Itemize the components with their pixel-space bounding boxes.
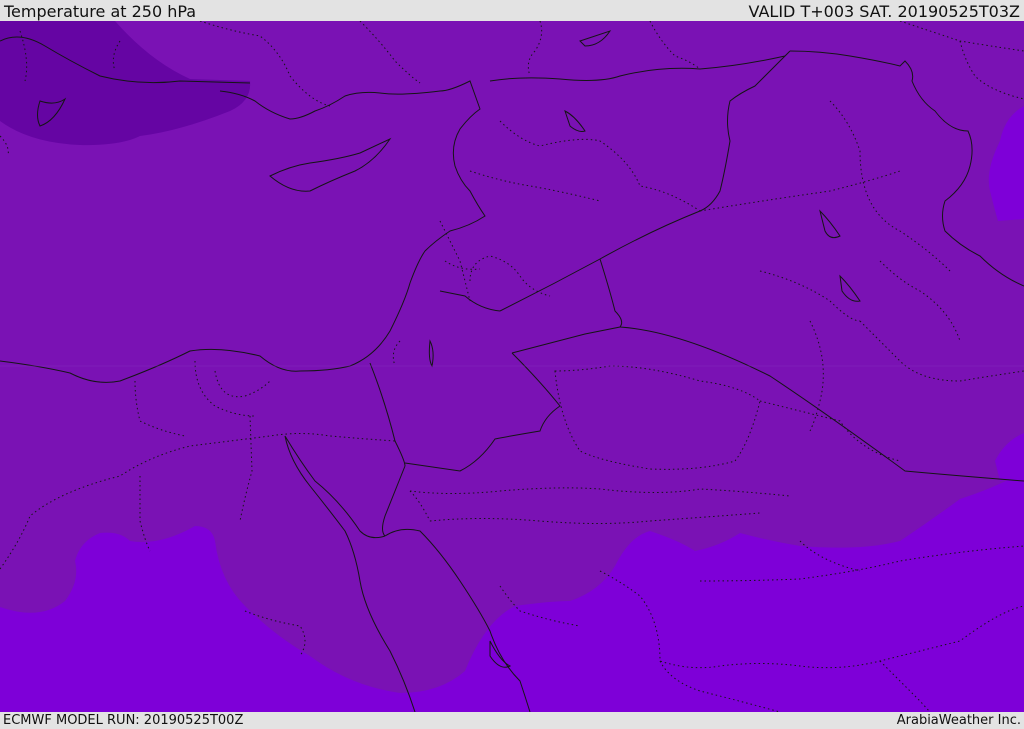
model-run-label: ECMWF MODEL RUN: 20190525T00Z (3, 713, 244, 728)
provider-credit: ArabiaWeather Inc. (896, 713, 1021, 728)
map-header: Temperature at 250 hPa VALID T+003 SAT. … (0, 0, 1024, 21)
valid-time-label: VALID T+003 SAT. 20190525T03Z (748, 2, 1020, 21)
map-title: Temperature at 250 hPa (4, 2, 197, 21)
map-canvas (0, 21, 1024, 712)
temperature-map[interactable] (0, 21, 1024, 712)
map-footer: ECMWF MODEL RUN: 20190525T00Z ArabiaWeat… (0, 712, 1024, 729)
